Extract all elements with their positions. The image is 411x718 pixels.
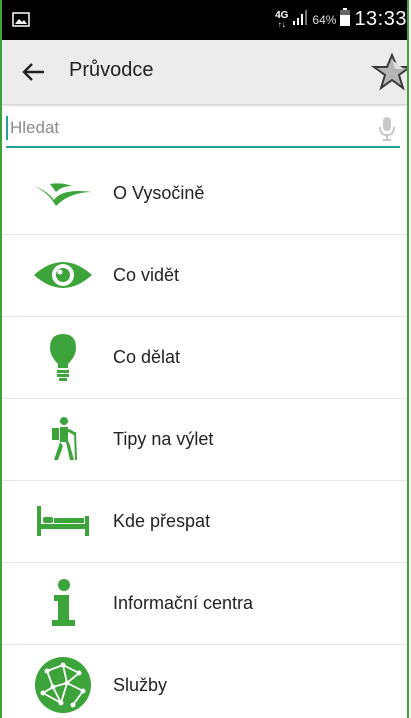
eye-icon <box>32 247 94 303</box>
microphone-icon[interactable] <box>378 116 396 142</box>
list-item-label: Informační centra <box>113 593 254 613</box>
signal-icon <box>292 8 308 31</box>
clock: 13:33 <box>354 8 407 30</box>
battery-icon <box>340 8 351 31</box>
list-item-o-vysocine[interactable]: O Vysočině <box>2 153 407 235</box>
list-item-label: Tipy na výlet <box>113 429 214 449</box>
list-item-co-delat[interactable]: Co dělat <box>2 317 407 399</box>
list-item-label: O Vysočině <box>113 183 205 203</box>
star-icon[interactable] <box>370 52 407 92</box>
list-item-informacni-centra[interactable]: Informační centra <box>2 563 407 645</box>
list-item-label: Co dělat <box>113 347 181 367</box>
lightbulb-icon <box>32 329 94 385</box>
list-item-co-videt[interactable]: Co vidět <box>2 235 407 317</box>
search-bar <box>6 110 400 148</box>
list-item-label: Co vidět <box>113 265 180 285</box>
list-item-tipy-na-vylet[interactable]: Tipy na výlet <box>2 399 407 481</box>
guide-menu-list: O Vysočině Co vidět Co dělat Tipy na výl… <box>2 153 407 718</box>
search-input[interactable] <box>6 116 360 140</box>
list-item-sluzby[interactable]: Služby <box>2 645 407 718</box>
list-item-label: Služby <box>113 675 168 695</box>
vysocina-logo-icon <box>32 165 94 221</box>
battery-percent: 64% <box>312 12 337 27</box>
app-toolbar: Průvodce <box>2 40 407 105</box>
arrow-left-icon[interactable] <box>20 58 48 86</box>
hiker-icon <box>32 411 94 467</box>
list-item-label: Kde přespat <box>113 511 211 531</box>
network-type: 4G ↑↓ <box>275 9 289 29</box>
app-frame: 4G ↑↓ 64% 13:33 Průvodce Hledat O Vysoči… <box>0 0 409 718</box>
image-notification-icon <box>12 12 30 32</box>
list-item-kde-prespat[interactable]: Kde přespat <box>2 481 407 563</box>
page-title: Průvodce <box>69 59 154 81</box>
status-right: 4G ↑↓ 64% 13:33 <box>275 8 407 31</box>
info-icon <box>32 575 94 631</box>
network-globe-icon <box>32 657 94 713</box>
bed-icon <box>32 493 94 549</box>
status-bar: 4G ↑↓ 64% 13:33 <box>2 0 407 40</box>
